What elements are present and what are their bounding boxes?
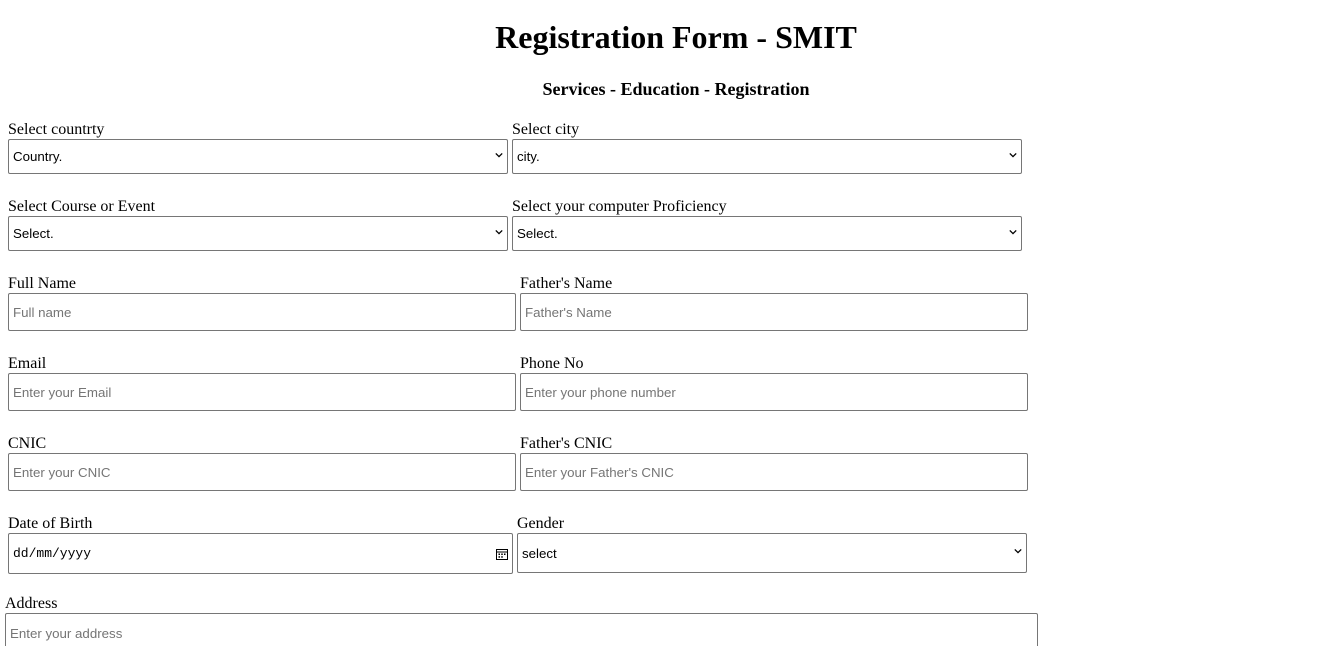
chevron-down-icon (1014, 548, 1022, 554)
dob-input[interactable]: dd/mm/yyyy (8, 533, 513, 574)
father-cnic-label: Father's CNIC (520, 435, 613, 452)
email-label: Email (8, 355, 47, 372)
chevron-down-icon (495, 229, 503, 235)
registration-page: Registration Form - SMIT Services - Educ… (0, 0, 1336, 646)
full-name-input[interactable]: Full name (8, 293, 516, 331)
father-name-label: Father's Name (520, 275, 613, 292)
chevron-down-icon (1009, 152, 1017, 158)
phone-placeholder: Enter your phone number (525, 384, 676, 400)
father-cnic-input[interactable]: Enter your Father's CNIC (520, 453, 1028, 491)
father-name-input[interactable]: Father's Name (520, 293, 1028, 331)
dob-label: Date of Birth (8, 515, 93, 532)
address-label: Address (5, 595, 58, 612)
father-name-field: Father's Name Father's Name (520, 275, 1028, 331)
city-select-value: city. (517, 149, 540, 164)
address-field: Address Enter your address (5, 595, 1038, 646)
cnic-input[interactable]: Enter your CNIC (8, 453, 516, 491)
proficiency-field: Select your computer Proficiency Select. (512, 198, 1022, 251)
father-cnic-field: Father's CNIC Enter your Father's CNIC (520, 435, 1028, 491)
gender-field: Gender select (517, 515, 1027, 573)
gender-select-value: select (522, 545, 557, 561)
course-label: Select Course or Event (8, 198, 156, 215)
course-select[interactable]: Select. (8, 216, 508, 251)
full-name-label: Full Name (8, 275, 76, 292)
gender-select[interactable]: select (517, 533, 1027, 573)
chevron-down-icon (495, 152, 503, 158)
gender-label: Gender (517, 515, 565, 532)
full-name-placeholder: Full name (13, 304, 72, 320)
country-select[interactable]: Country. (8, 139, 508, 174)
full-name-field: Full Name Full name (8, 275, 516, 331)
page-title: Registration Form - SMIT (495, 19, 857, 55)
email-input[interactable]: Enter your Email (8, 373, 516, 411)
proficiency-select-value: Select. (517, 226, 558, 241)
city-select[interactable]: city. (512, 139, 1022, 174)
phone-field: Phone No Enter your phone number (520, 355, 1028, 411)
cnic-field: CNIC Enter your CNIC (8, 435, 516, 491)
email-field: Email Enter your Email (8, 355, 516, 411)
city-label: Select city (512, 121, 580, 138)
cnic-label: CNIC (8, 435, 47, 452)
course-select-value: Select. (13, 226, 54, 241)
dob-value: dd/mm/yyyy (13, 546, 92, 561)
phone-input[interactable]: Enter your phone number (520, 373, 1028, 411)
father-name-placeholder: Father's Name (525, 304, 612, 320)
father-cnic-placeholder: Enter your Father's CNIC (525, 464, 674, 480)
country-label: Select countrty (8, 121, 105, 138)
chevron-down-icon (1009, 229, 1017, 235)
proficiency-label: Select your computer Proficiency (512, 198, 727, 215)
email-placeholder: Enter your Email (13, 384, 112, 400)
phone-label: Phone No (520, 355, 584, 372)
course-field: Select Course or Event Select. (8, 198, 508, 251)
dob-field: Date of Birth dd/mm/yyyy (8, 515, 513, 574)
proficiency-select[interactable]: Select. (512, 216, 1022, 251)
address-input[interactable]: Enter your address (5, 613, 1038, 646)
city-field: Select city city. (512, 121, 1022, 174)
country-field: Select countrty Country. (8, 121, 508, 174)
address-placeholder: Enter your address (10, 626, 123, 641)
country-select-value: Country. (13, 149, 63, 164)
cnic-placeholder: Enter your CNIC (13, 464, 111, 480)
page-subtitle: Services - Education - Registration (542, 79, 810, 99)
calendar-icon[interactable] (496, 548, 508, 560)
